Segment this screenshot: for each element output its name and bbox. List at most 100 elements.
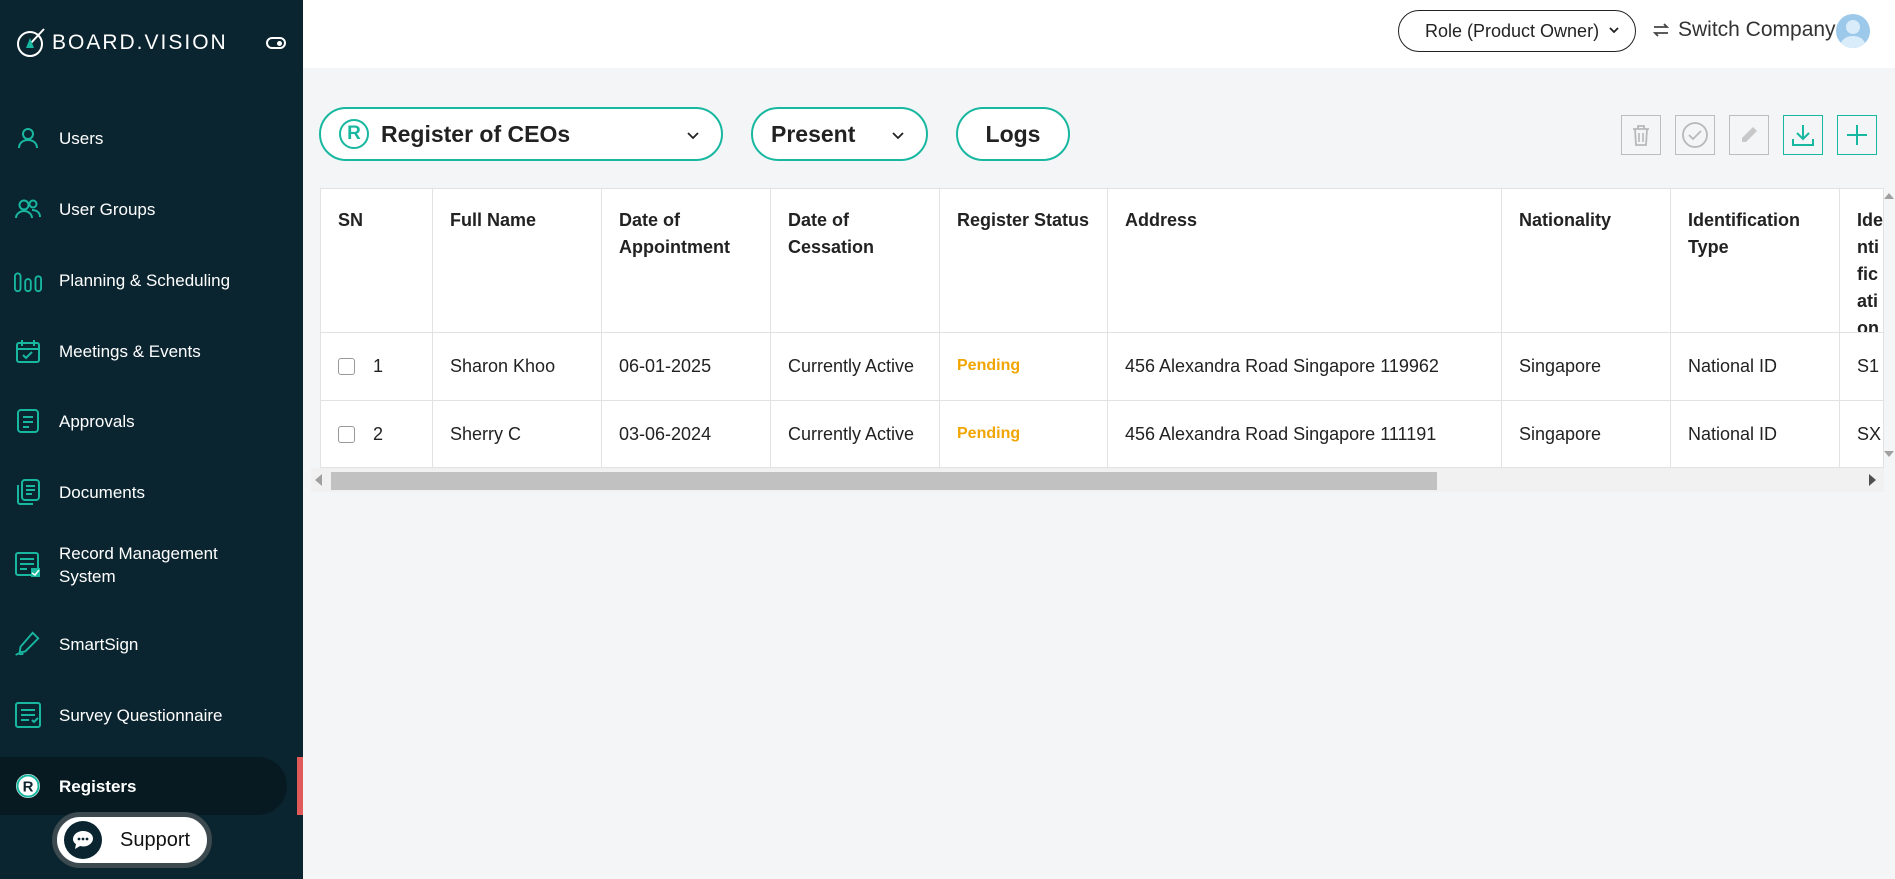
- edit-icon: [1742, 127, 1757, 142]
- survey-icon: [14, 701, 42, 729]
- chevron-down-icon: [1609, 27, 1619, 34]
- add-button[interactable]: [1837, 115, 1877, 155]
- download-icon: [1792, 125, 1814, 146]
- column-header-identification-no[interactable]: Identification No: [1840, 189, 1884, 332]
- register-status-cell: Pending: [940, 400, 1108, 467]
- active-indicator: [297, 757, 303, 815]
- switch-company-label: Switch Company: [1678, 18, 1836, 41]
- sidebar-item-label: SmartSign: [59, 634, 139, 654]
- identification-type-cell: National ID: [1671, 332, 1840, 400]
- sidebar-item-meetings[interactable]: Meetings & Events: [0, 322, 290, 380]
- sidebar-item-users[interactable]: Users: [0, 109, 290, 167]
- sidebar-item-survey[interactable]: Survey Questionnaire: [0, 686, 290, 744]
- sidebar-item-planning[interactable]: Planning & Scheduling: [0, 251, 290, 309]
- date-appointment-cell: 03-06-2024: [602, 400, 771, 467]
- edit-button[interactable]: [1729, 115, 1769, 155]
- sidebar-item-label: Registers: [59, 776, 137, 796]
- sidebar-item-label: User Groups: [59, 199, 156, 219]
- date-appointment-cell: 06-01-2025: [602, 332, 771, 400]
- add-icon: [1847, 125, 1867, 145]
- scroll-down-arrow[interactable]: [1884, 451, 1894, 457]
- sidebar-item-label: Users: [59, 128, 104, 148]
- svg-text:R: R: [23, 779, 34, 796]
- sidebar-item-label: Planning & Scheduling: [59, 270, 231, 290]
- scrollbar-thumb[interactable]: [331, 472, 1437, 490]
- column-header-date-cessation[interactable]: Date of Cessation: [771, 189, 940, 332]
- sn-cell: 1: [321, 332, 433, 400]
- sidebar-item-label: Approvals: [59, 411, 135, 431]
- sn-value: 1: [373, 355, 384, 376]
- date-cessation-cell: Currently Active: [771, 400, 940, 467]
- sidebar: BOARD.VISION Users User Groups Planning …: [0, 0, 303, 879]
- register-select[interactable]: R Register of CEOs: [319, 107, 723, 161]
- row-checkbox[interactable]: [338, 357, 355, 375]
- sidebar-item-label: Record Management System: [59, 544, 218, 586]
- download-button[interactable]: [1783, 115, 1823, 155]
- column-header-sn[interactable]: SN: [321, 189, 433, 332]
- sidebar-item-record-management[interactable]: Record Management System: [0, 536, 290, 594]
- identification-type-cell: National ID: [1671, 400, 1840, 467]
- period-select-label: Present: [771, 120, 856, 147]
- horizontal-scrollbar[interactable]: [311, 468, 1884, 492]
- sidebar-item-label: Documents: [59, 482, 145, 502]
- full-name-cell: Sherry C: [433, 400, 602, 467]
- role-select[interactable]: Role (Product Owner): [1398, 10, 1636, 52]
- column-header-register-status[interactable]: Register Status: [940, 189, 1108, 332]
- column-header-identification-no-text: Identification No: [1857, 210, 1884, 332]
- status-badge: Pending: [957, 425, 1021, 442]
- approve-button[interactable]: [1675, 115, 1715, 155]
- user-group-icon: [14, 195, 42, 223]
- scroll-right-arrow[interactable]: [1869, 474, 1876, 486]
- user-icon: [14, 124, 42, 152]
- pen-icon: [14, 630, 42, 658]
- brand-name: BOARD.VISION: [52, 31, 228, 54]
- full-name-cell: Sharon Khoo: [433, 332, 602, 400]
- nationality-cell: Singapore: [1502, 332, 1671, 400]
- role-label: Role (Product Owner): [1425, 20, 1600, 41]
- support-button[interactable]: Support: [52, 812, 212, 868]
- date-cessation-cell: Currently Active: [771, 332, 940, 400]
- sidebar-toggle-icon[interactable]: [266, 37, 286, 49]
- sidebar-item-documents[interactable]: Documents: [0, 463, 290, 521]
- period-select[interactable]: Present: [751, 107, 928, 161]
- row-checkbox[interactable]: [338, 425, 355, 443]
- sn-value: 2: [373, 423, 384, 444]
- register-table: SN Full Name Date of Appointment Date of…: [320, 188, 1884, 468]
- chevron-down-icon: [892, 132, 904, 140]
- brand[interactable]: BOARD.VISION: [14, 26, 228, 60]
- column-header-identification-type[interactable]: Identification Type: [1671, 189, 1840, 332]
- approve-icon: [1682, 122, 1708, 148]
- planning-icon: [14, 266, 42, 294]
- approvals-icon: [14, 407, 42, 435]
- nationality-cell: Singapore: [1502, 400, 1671, 467]
- register-badge: R: [339, 119, 369, 149]
- column-header-nationality[interactable]: Nationality: [1502, 189, 1671, 332]
- column-header-address[interactable]: Address: [1108, 189, 1502, 332]
- avatar[interactable]: [1836, 14, 1870, 48]
- switch-company-button[interactable]: Switch Company: [1652, 18, 1836, 42]
- switch-arrows-icon: [1652, 23, 1670, 37]
- scroll-left-arrow[interactable]: [315, 474, 322, 486]
- column-header-full-name[interactable]: Full Name: [433, 189, 602, 332]
- sn-cell: 2: [321, 400, 433, 467]
- sidebar-item-approvals[interactable]: Approvals: [0, 392, 290, 450]
- register-status-cell: Pending: [940, 332, 1108, 400]
- delete-button[interactable]: [1621, 115, 1661, 155]
- identification-no-cell: S1: [1857, 355, 1880, 376]
- sidebar-item-label: Survey Questionnaire: [59, 705, 223, 725]
- record-icon: [14, 551, 42, 579]
- logs-button[interactable]: Logs: [956, 107, 1070, 161]
- sidebar-item-registers[interactable]: R Registers: [0, 757, 287, 815]
- sidebar-item-user-groups[interactable]: User Groups: [0, 180, 290, 238]
- column-header-date-appointment[interactable]: Date of Appointment: [602, 189, 771, 332]
- support-label: Support: [120, 828, 191, 851]
- scroll-up-arrow[interactable]: [1884, 193, 1894, 199]
- register-select-label: Register of CEOs: [381, 120, 571, 147]
- compass-logo-icon: [17, 28, 45, 57]
- chat-icon: [64, 821, 102, 859]
- delete-icon: [1633, 125, 1649, 146]
- documents-icon: [14, 478, 42, 506]
- sidebar-item-smartsign[interactable]: SmartSign: [0, 615, 290, 673]
- registers-icon: R: [14, 772, 42, 800]
- chevron-down-icon: [687, 132, 699, 140]
